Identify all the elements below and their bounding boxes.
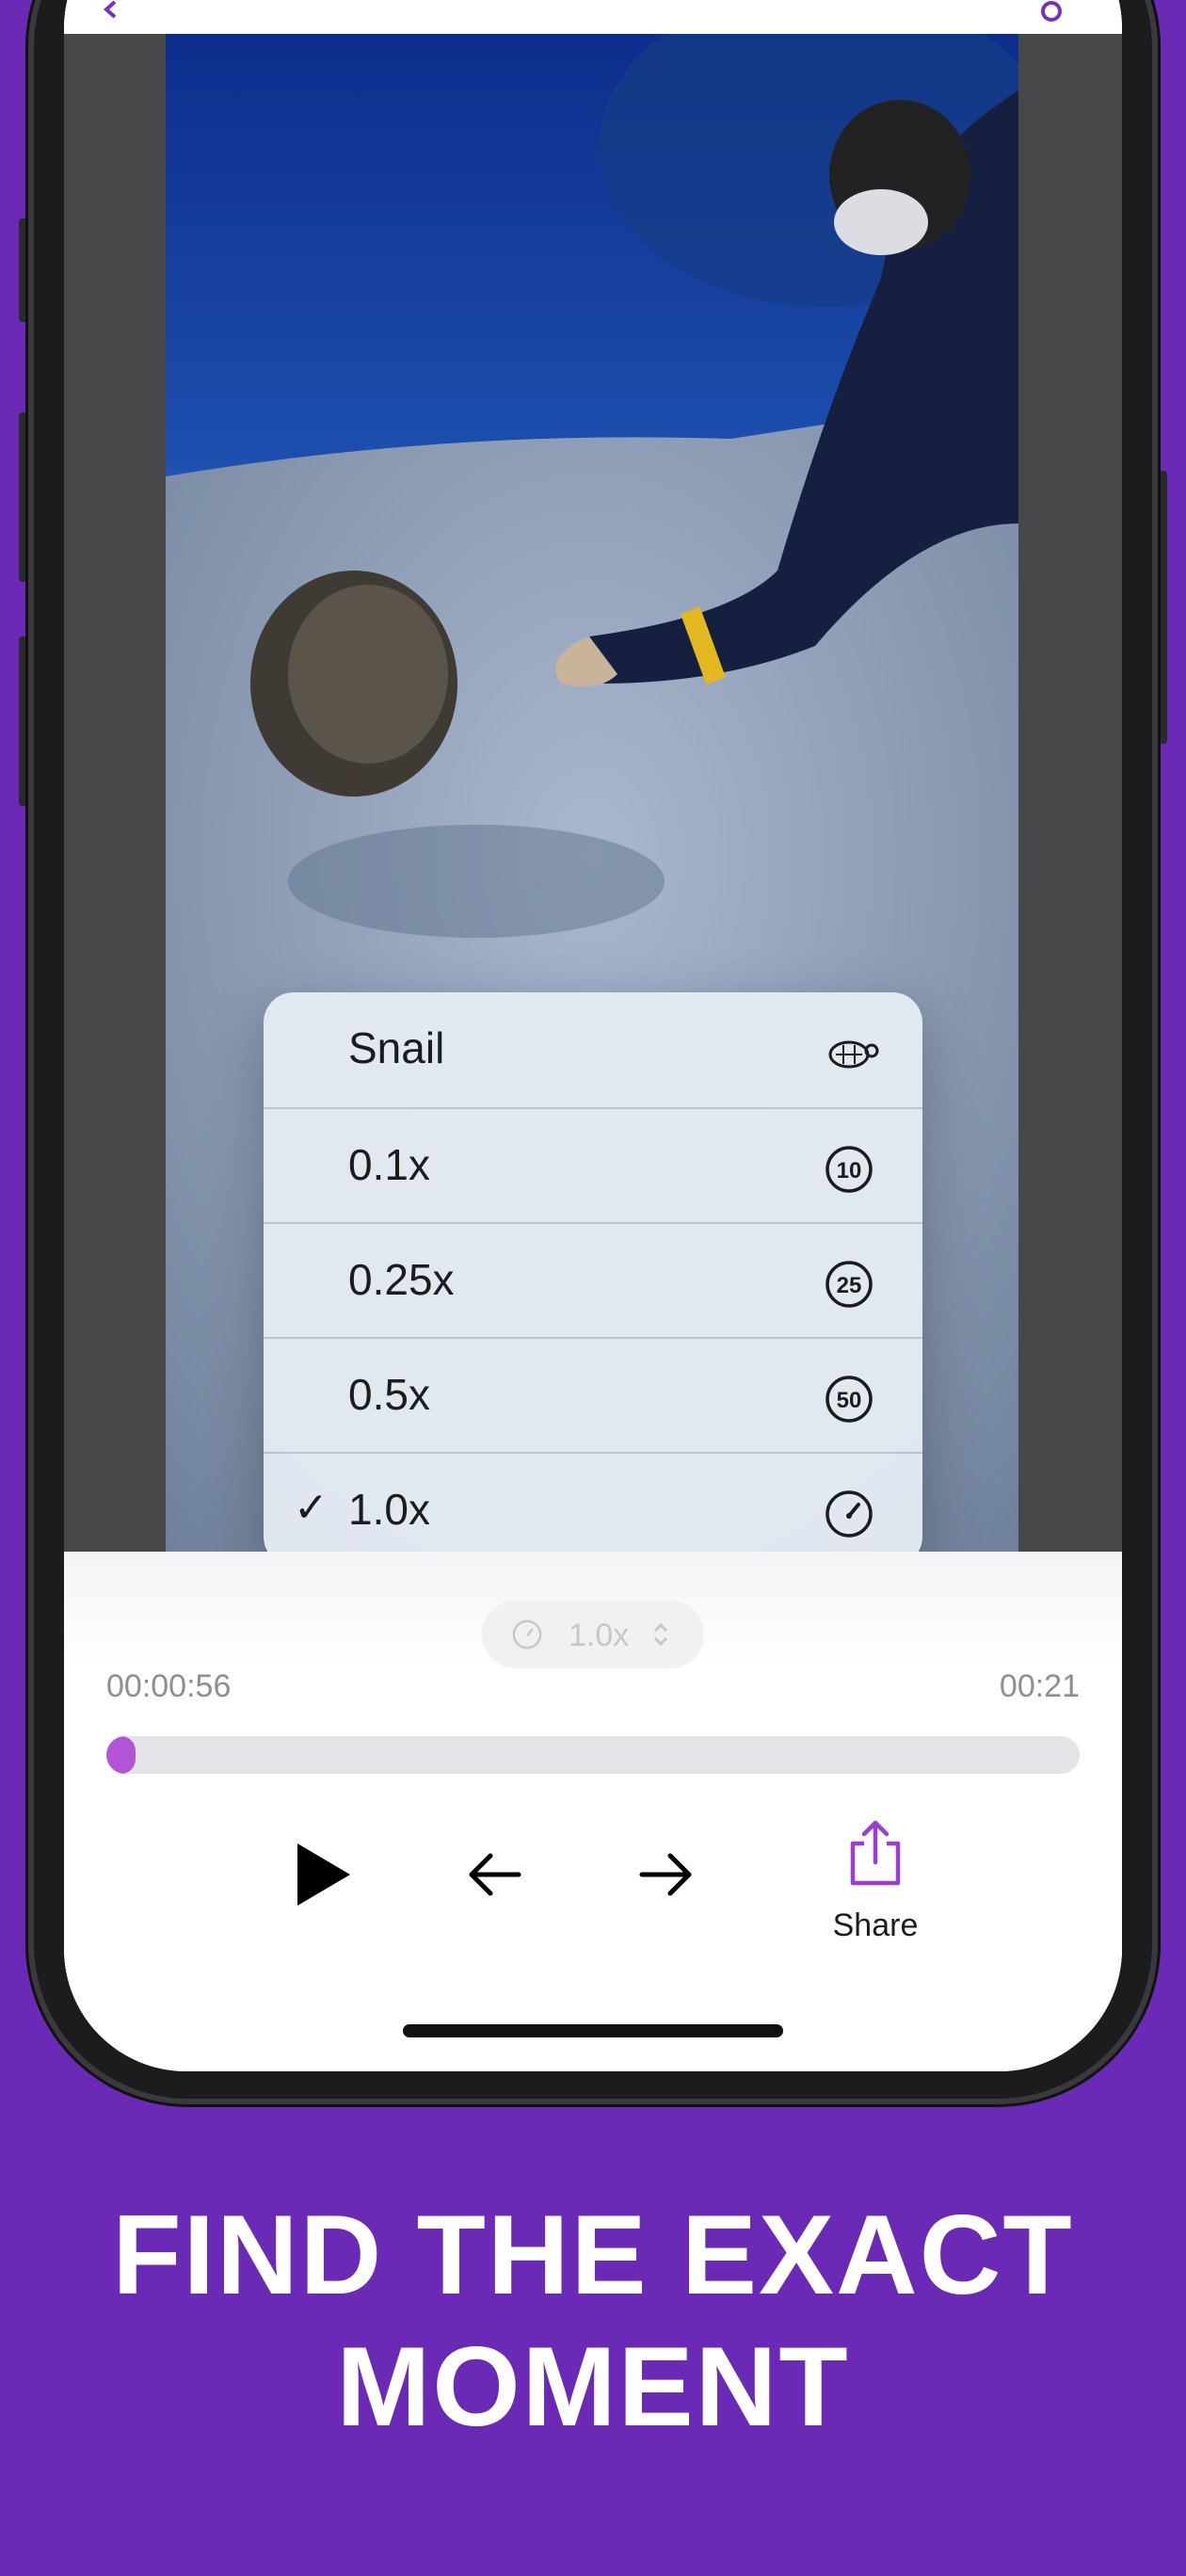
settings-icon[interactable] [1037, 0, 1066, 23]
phone-power-button [1158, 471, 1167, 744]
back-chevron-icon[interactable] [102, 0, 120, 19]
chevron-up-down-icon [653, 1622, 668, 1647]
circle-25-icon: 25 [825, 1261, 873, 1308]
home-indicator [403, 2024, 783, 2037]
phone-screen: Snail 0.1x 10 0.25x 25 0.5x 50 ✓ 1.0x 1.… [64, 0, 1122, 2071]
speed-option-label: 1.0x [348, 1485, 430, 1534]
speed-option-label: 0.25x [348, 1255, 455, 1304]
speed-option-0-25x[interactable]: 0.25x 25 [264, 1222, 922, 1339]
speed-option-label: 0.5x [348, 1370, 430, 1419]
arrow-right-icon[interactable] [638, 1851, 695, 1898]
remaining-time-label: 00:21 [999, 1668, 1080, 1704]
speedometer-icon [512, 1619, 542, 1650]
top-navigation-bar [64, 0, 1122, 34]
selected-checkmark-icon: ✓ [294, 1485, 329, 1531]
progress-fill [106, 1736, 136, 1774]
headline-line-2: MOMENT [336, 2324, 850, 2450]
speed-option-0-1x[interactable]: 0.1x 10 [264, 1107, 922, 1224]
phone-volume-down-button [19, 636, 28, 806]
speed-option-label: 0.1x [348, 1140, 430, 1189]
progress-scrubber[interactable] [106, 1736, 1080, 1774]
speedometer-icon [825, 1490, 873, 1538]
play-icon[interactable] [296, 1842, 352, 1908]
turtle-icon [828, 1040, 879, 1069]
circle-10-icon: 10 [825, 1146, 873, 1193]
svg-text:10: 10 [837, 1158, 862, 1183]
svg-text:50: 50 [837, 1388, 862, 1413]
svg-text:25: 25 [837, 1273, 862, 1298]
circle-50-icon: 50 [825, 1376, 873, 1423]
playback-controls: 1.0x 00:00:56 00:21 Share [64, 1552, 1122, 2071]
phone-volume-up-button [19, 412, 28, 582]
speed-selector-pill[interactable]: 1.0x [482, 1601, 704, 1668]
speed-option-1-0x[interactable]: ✓ 1.0x [264, 1452, 922, 1567]
playback-speed-menu: Snail 0.1x 10 0.25x 25 0.5x 50 ✓ 1.0x [264, 992, 922, 1567]
speed-selector-label: 1.0x [569, 1618, 630, 1653]
share-icon [850, 1820, 901, 1886]
arrow-left-icon[interactable] [466, 1851, 522, 1898]
headline-line-1: FIND THE EXACT [112, 2192, 1074, 2318]
speed-option-snail[interactable]: Snail [264, 992, 922, 1107]
share-label: Share [832, 1908, 919, 1943]
speed-option-label: Snail [348, 1023, 445, 1072]
current-time-label: 00:00:56 [106, 1668, 232, 1704]
phone-action-button [19, 218, 28, 322]
marketing-headline: FIND THE EXACT MOMENT [0, 2189, 1186, 2453]
speed-option-0-5x[interactable]: 0.5x 50 [264, 1337, 922, 1454]
